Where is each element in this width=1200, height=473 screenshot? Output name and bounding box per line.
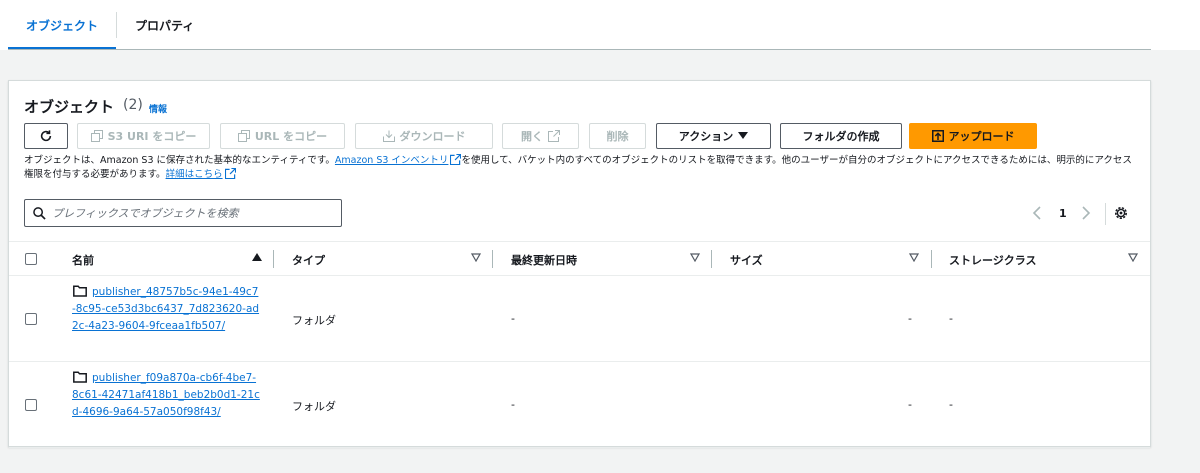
copy-s3-uri-button[interactable]: S3 URI をコピー (77, 123, 210, 149)
refresh-button[interactable] (24, 123, 68, 149)
copy-url-label: URL をコピー (254, 130, 328, 143)
object-size: - (908, 398, 912, 411)
upload-label: アップロード (948, 130, 1015, 143)
table-row: publisher_f09a870a-cb6f-4be7-8c61-42471a… (9, 362, 1150, 448)
tab-separator (116, 12, 117, 38)
search-icon (33, 206, 46, 220)
create-folder-label: フォルダの作成 (802, 130, 880, 143)
actions-dropdown[interactable]: アクション (656, 123, 771, 149)
search-box (24, 199, 342, 227)
sort-icon[interactable] (909, 253, 919, 262)
tab-bar-divider (8, 49, 1151, 50)
inventory-link[interactable]: Amazon S3 インベントリ (335, 155, 449, 166)
download-icon (382, 130, 395, 142)
download-button[interactable]: ダウンロード (355, 123, 493, 149)
external-link-icon (548, 130, 560, 142)
chevron-right-icon (1082, 206, 1091, 220)
column-resizer[interactable] (492, 250, 493, 268)
sort-icon[interactable] (471, 253, 481, 262)
external-link-icon[interactable] (450, 154, 462, 165)
tab-objects[interactable]: オブジェクト (26, 17, 98, 34)
delete-button[interactable]: 削除 (589, 123, 646, 149)
learn-more-link[interactable]: 詳細はこちら (166, 169, 223, 180)
column-header-last-modified[interactable]: 最終更新日時 (511, 252, 577, 268)
pagination-divider (1105, 203, 1106, 225)
tab-properties[interactable]: プロパティ (135, 17, 194, 34)
object-type: フォルダ (292, 314, 336, 327)
column-header-name[interactable]: 名前 (72, 252, 94, 268)
chevron-left-icon (1032, 206, 1041, 220)
object-storage-class: - (949, 312, 953, 325)
gear-icon (1115, 207, 1127, 219)
row-checkbox[interactable] (25, 399, 37, 411)
objects-panel: オブジェクト (2) 情報 S3 URI をコピー URL をコピー ダウンロー… (8, 80, 1151, 448)
open-label: 開く (521, 130, 543, 143)
sort-icon[interactable] (1128, 253, 1138, 262)
object-type: フォルダ (292, 400, 336, 413)
object-size: - (908, 312, 912, 325)
create-folder-button[interactable]: フォルダの作成 (780, 123, 902, 149)
object-count: (2) (123, 97, 143, 113)
tab-bar: オブジェクト プロパティ (0, 0, 1200, 50)
preferences-button[interactable] (1113, 203, 1129, 223)
sort-icon[interactable] (690, 253, 700, 262)
column-header-size[interactable]: サイズ (730, 252, 763, 268)
next-page-button[interactable] (1081, 203, 1091, 223)
object-name-link[interactable]: publisher_f09a870a-cb6f-4be7-8c61-42471a… (72, 370, 262, 421)
select-all-checkbox[interactable] (25, 253, 37, 265)
copy-s3-uri-label: S3 URI をコピー (107, 130, 197, 143)
panel-title: オブジェクト (24, 98, 115, 116)
info-link[interactable]: 情報 (149, 102, 167, 115)
row-checkbox[interactable] (25, 313, 37, 325)
copy-icon (237, 130, 250, 142)
table-header: 名前 タイプ 最終更新日時 サイズ ストレージクラス (9, 241, 1150, 276)
delete-label: 削除 (606, 130, 629, 143)
description-text-1: オブジェクトは、Amazon S3 に保存された基本的なエンティティです。 (24, 155, 335, 166)
upload-button[interactable]: アップロード (909, 123, 1037, 149)
object-storage-class: - (949, 398, 953, 411)
search-input[interactable] (52, 206, 332, 220)
object-last-modified: - (511, 398, 515, 411)
copy-url-button[interactable]: URL をコピー (220, 123, 345, 149)
upload-icon (931, 130, 944, 142)
caret-down-icon (738, 132, 749, 139)
refresh-icon (40, 130, 52, 142)
external-link-icon[interactable] (224, 168, 236, 179)
object-name-link[interactable]: publisher_48757b5c-94e1-49c7-8c95-ce53d3… (72, 284, 262, 335)
column-resizer[interactable] (931, 250, 932, 268)
open-button[interactable]: 開く (502, 123, 579, 149)
previous-page-button[interactable] (1032, 203, 1042, 223)
download-label: ダウンロード (399, 130, 466, 143)
actions-label: アクション (678, 130, 734, 143)
current-page-number[interactable]: 1 (1059, 203, 1067, 223)
table-row: publisher_48757b5c-94e1-49c7-8c95-ce53d3… (9, 276, 1150, 362)
column-header-type[interactable]: タイプ (292, 252, 325, 268)
column-resizer[interactable] (273, 250, 274, 268)
copy-icon (90, 130, 103, 142)
object-last-modified: - (511, 312, 515, 325)
column-header-storage-class[interactable]: ストレージクラス (949, 252, 1037, 268)
column-resizer[interactable] (711, 250, 712, 268)
sort-ascending-icon[interactable] (252, 253, 262, 262)
objects-description: オブジェクトは、Amazon S3 に保存された基本的なエンティティです。Ama… (24, 154, 1139, 182)
